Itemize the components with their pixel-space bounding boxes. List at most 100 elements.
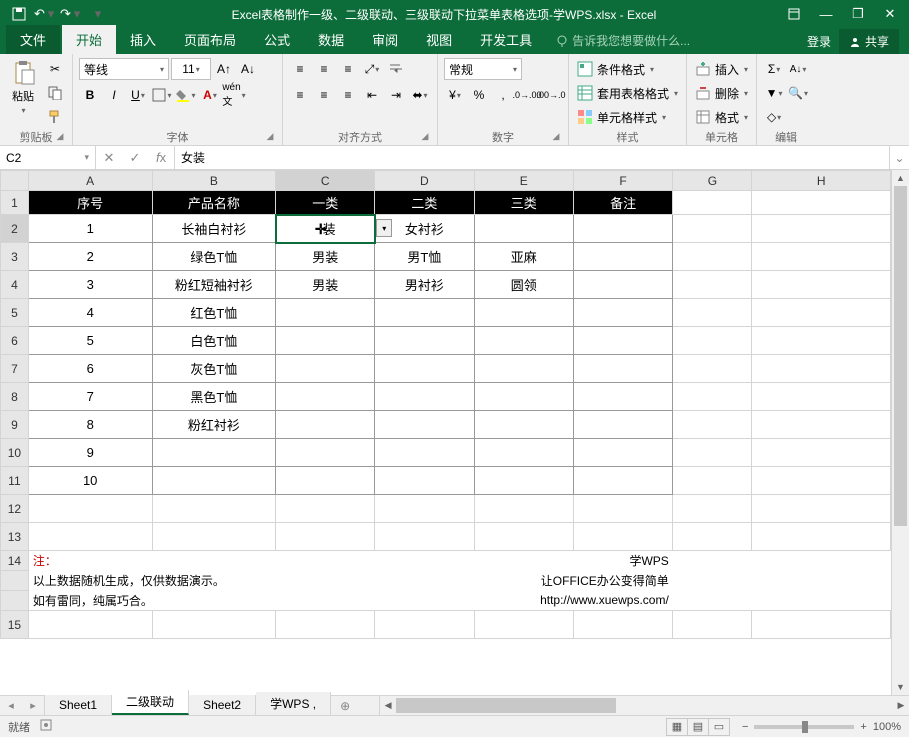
- cell-styles-button[interactable]: 单元格样式▾: [575, 106, 668, 128]
- page-break-icon[interactable]: ▭: [708, 718, 730, 736]
- cell[interactable]: 8: [28, 411, 152, 439]
- select-all-corner[interactable]: [1, 171, 29, 191]
- spreadsheet-grid[interactable]: ABCDEFGH 1序号产品名称一类二类三类备注21长袖白衬衫✛装▾女衬衫32绿…: [0, 170, 891, 639]
- cell[interactable]: [152, 439, 276, 467]
- cell[interactable]: [474, 383, 573, 411]
- font-name-combo[interactable]: 等线▾: [79, 58, 169, 80]
- align-middle-icon[interactable]: ≡: [313, 58, 335, 80]
- view-buttons[interactable]: ▦▤▭: [667, 718, 730, 736]
- add-sheet-button[interactable]: ⊕: [331, 696, 359, 715]
- align-top-icon[interactable]: ≡: [289, 58, 311, 80]
- undo-icon[interactable]: ↶▾: [34, 4, 56, 24]
- align-bottom-icon[interactable]: ≡: [337, 58, 359, 80]
- cell[interactable]: [276, 383, 375, 411]
- zoom-slider[interactable]: [754, 725, 854, 729]
- col-header-E[interactable]: E: [474, 171, 573, 191]
- wrap-text-icon[interactable]: [385, 58, 407, 80]
- row-header-2[interactable]: 2: [1, 215, 29, 243]
- cell[interactable]: [375, 299, 474, 327]
- name-box[interactable]: C2▾: [0, 146, 96, 169]
- share-button[interactable]: 共享: [839, 29, 899, 54]
- cell[interactable]: 绿色T恤: [152, 243, 276, 271]
- sort-filter-icon[interactable]: A↓▾: [787, 58, 809, 80]
- font-color-icon[interactable]: A▾: [199, 84, 221, 106]
- bold-button[interactable]: B: [79, 84, 101, 106]
- sheet-tab[interactable]: Sheet2: [189, 695, 256, 715]
- dec-decimal-icon[interactable]: .00→.0: [540, 84, 562, 106]
- note-link[interactable]: http://www.xuewps.com/: [375, 591, 673, 611]
- enter-fx-icon[interactable]: ✓: [122, 150, 148, 166]
- cell[interactable]: 7: [28, 383, 152, 411]
- font-size-combo[interactable]: 11▾: [171, 58, 211, 80]
- ribbon-options-icon[interactable]: [779, 4, 809, 24]
- cell[interactable]: [573, 383, 672, 411]
- align-right-icon[interactable]: ≡: [337, 84, 359, 106]
- cell[interactable]: 红色T恤: [152, 299, 276, 327]
- cell[interactable]: [375, 467, 474, 495]
- restore-icon[interactable]: ❐: [843, 4, 873, 24]
- cell[interactable]: [573, 243, 672, 271]
- zoom-out-icon[interactable]: −: [742, 721, 748, 733]
- row-header-15[interactable]: 15: [1, 611, 29, 639]
- cell[interactable]: 灰色T恤: [152, 355, 276, 383]
- cell[interactable]: [573, 299, 672, 327]
- table-format-button[interactable]: 套用表格格式▾: [575, 82, 680, 104]
- cell[interactable]: [573, 439, 672, 467]
- cell[interactable]: [276, 299, 375, 327]
- page-layout-icon[interactable]: ▤: [687, 718, 709, 736]
- cell[interactable]: [276, 355, 375, 383]
- copy-icon[interactable]: [44, 82, 66, 104]
- cell[interactable]: 9: [28, 439, 152, 467]
- zoom-in-icon[interactable]: +: [860, 721, 866, 733]
- cell[interactable]: 6: [28, 355, 152, 383]
- cell[interactable]: 圆领: [474, 271, 573, 299]
- cell[interactable]: [573, 411, 672, 439]
- cell[interactable]: [573, 271, 672, 299]
- row-header-4[interactable]: 4: [1, 271, 29, 299]
- number-format-combo[interactable]: 常规▾: [444, 58, 522, 80]
- cell[interactable]: [474, 215, 573, 243]
- tab-review[interactable]: 审阅: [358, 25, 412, 54]
- cut-icon[interactable]: ✂: [44, 58, 66, 80]
- tab-file[interactable]: 文件: [6, 25, 60, 54]
- cell[interactable]: [573, 215, 672, 243]
- paste-button[interactable]: 粘贴▾: [6, 58, 40, 117]
- autosum-icon[interactable]: Σ▾: [763, 58, 785, 80]
- number-launcher-icon[interactable]: ◢: [550, 131, 562, 143]
- comma-icon[interactable]: ,: [492, 84, 514, 106]
- cell[interactable]: 男装: [276, 271, 375, 299]
- scroll-thumb[interactable]: [894, 186, 907, 526]
- cell[interactable]: 亚麻: [474, 243, 573, 271]
- cell[interactable]: [375, 439, 474, 467]
- col-header-H[interactable]: H: [752, 171, 891, 191]
- row-header-14[interactable]: 14: [1, 551, 29, 571]
- cell[interactable]: [573, 327, 672, 355]
- tab-data[interactable]: 数据: [304, 25, 358, 54]
- row-header-10[interactable]: 10: [1, 439, 29, 467]
- close-icon[interactable]: ✕: [875, 4, 905, 24]
- cell[interactable]: [474, 299, 573, 327]
- col-header-F[interactable]: F: [573, 171, 672, 191]
- formula-input[interactable]: 女装: [175, 146, 889, 169]
- tell-me[interactable]: 告诉我您想要做什么...: [546, 27, 700, 54]
- cell[interactable]: [474, 411, 573, 439]
- row-header-9[interactable]: 9: [1, 411, 29, 439]
- delete-cells-button[interactable]: 删除▾: [693, 82, 750, 104]
- cell[interactable]: 4: [28, 299, 152, 327]
- phonetic-icon[interactable]: wén文▾: [223, 84, 245, 106]
- cell[interactable]: [152, 467, 276, 495]
- row-header-13[interactable]: 13: [1, 523, 29, 551]
- sheet-tab[interactable]: 学WPS ,: [256, 692, 331, 715]
- orientation-icon[interactable]: ⤢▾: [361, 58, 383, 80]
- tab-formulas[interactable]: 公式: [250, 25, 304, 54]
- normal-view-icon[interactable]: ▦: [666, 718, 688, 736]
- row-header-5[interactable]: 5: [1, 299, 29, 327]
- cell[interactable]: [276, 411, 375, 439]
- row-header-3[interactable]: 3: [1, 243, 29, 271]
- tab-home[interactable]: 开始: [62, 25, 116, 54]
- italic-button[interactable]: I: [103, 84, 125, 106]
- tab-view[interactable]: 视图: [412, 25, 466, 54]
- cell[interactable]: [474, 355, 573, 383]
- cell[interactable]: [474, 467, 573, 495]
- grow-font-icon[interactable]: A↑: [213, 58, 235, 80]
